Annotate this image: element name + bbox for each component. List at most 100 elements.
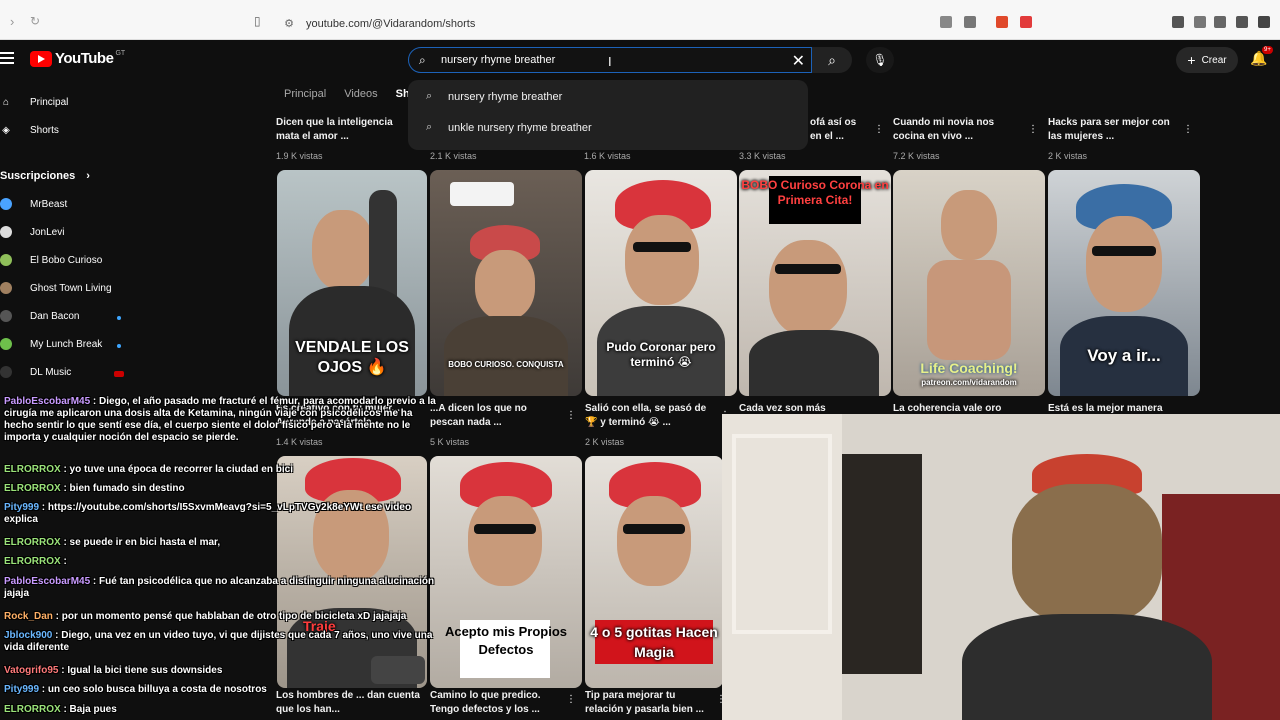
more-options-icon[interactable]: ⋮	[1028, 124, 1038, 135]
short-thumbnail[interactable]: Voy a ir...	[1048, 170, 1200, 396]
sidebar-sub-my-lunch-break[interactable]: My Lunch Break	[0, 338, 102, 350]
sidebar-item-label: El Bobo Curioso	[30, 254, 103, 266]
short-title[interactable]: Dicen que la inteligencia mata el amor .…	[276, 116, 406, 144]
chat-username: ELRORROX	[4, 704, 61, 715]
search-icon: ⌕	[419, 52, 426, 67]
sidebar-sub-dl-music[interactable]: DL Music	[0, 366, 71, 378]
suggestion-item[interactable]: ⌕ nursery rhyme breather	[426, 90, 562, 103]
site-info-icon[interactable]: ⚙	[282, 17, 296, 31]
bookmark-icon[interactable]: ▯	[254, 14, 261, 28]
tab-principal[interactable]: Principal	[284, 88, 326, 100]
clear-icon[interactable]: ✕	[792, 51, 805, 71]
tab-videos[interactable]: Videos	[344, 88, 377, 100]
sidebar-sub-el-bobo-curioso[interactable]: El Bobo Curioso	[0, 254, 102, 266]
logo-text: YouTube	[55, 50, 114, 67]
avatar	[0, 254, 12, 266]
short-views: 7.2 K vistas	[893, 151, 940, 161]
profile-icon[interactable]	[1258, 16, 1270, 28]
sunglasses	[775, 264, 841, 274]
chat-text: : Baja pues	[60, 704, 117, 715]
sidebar-item-label: MrBeast	[30, 198, 68, 210]
rewards-icon[interactable]	[1020, 16, 1032, 28]
short-views: 1.9 K vistas	[276, 151, 323, 161]
short-title[interactable]: ...A dicen los que no pescan nada ...	[430, 402, 560, 430]
chat-username: Pity999	[4, 684, 40, 695]
chat-username: Jblock900	[4, 630, 53, 641]
translate-icon[interactable]	[940, 16, 952, 28]
chat-text: : https://youtube.com/shorts/I5SxvmMeavg…	[4, 502, 412, 525]
short-thumbnail[interactable]: Pudo Coronar pero terminó 😭	[585, 170, 737, 396]
chat-username: PabloEscobarM45	[4, 576, 91, 587]
short-title[interactable]: ofá así os en el ...	[810, 116, 864, 144]
more-options-icon[interactable]: ⋮	[566, 694, 576, 705]
search-input[interactable]: nursery rhyme breather	[441, 54, 555, 66]
short-thumbnail[interactable]: Life Coaching! patreon.com/vidarandom	[893, 170, 1045, 396]
voice-search-button[interactable]: 🎙	[866, 47, 894, 73]
live-icon	[114, 371, 124, 377]
short-title[interactable]: Tip para mejorar tu relación y pasarla b…	[585, 689, 713, 717]
brave-shield-icon[interactable]	[996, 16, 1008, 28]
more-options-icon[interactable]: ⋮	[566, 410, 576, 421]
text-cursor-icon: I	[608, 54, 612, 69]
chat-username: ELRORROX	[4, 556, 61, 567]
avatar	[0, 310, 12, 322]
sidebar-item-label: Dan Bacon	[30, 310, 80, 322]
search-button[interactable]: ⌕	[812, 47, 852, 73]
url-text: youtube.com/@Vidarandom/shorts	[306, 18, 476, 30]
t-shirt	[962, 614, 1212, 720]
chat-message: ELRORROX : se puede ir en bici hasta el …	[4, 537, 440, 549]
short-thumbnail[interactable]: 4 o 5 gotitas Hacen Magia	[585, 456, 723, 688]
shirt	[444, 316, 568, 396]
subscriptions-label: Suscripciones	[0, 170, 76, 182]
new-content-dot	[117, 344, 121, 348]
sidebar-toggle-icon[interactable]	[1236, 16, 1248, 28]
live-chat-overlay: PabloEscobarM45 : Diego, el año pasado m…	[0, 394, 440, 720]
person	[625, 215, 699, 305]
sidebar-sub-jonlevi[interactable]: JonLevi	[0, 226, 64, 238]
sidebar-item-shorts[interactable]: ◈ Shorts	[0, 124, 59, 136]
chevron-right-icon: ›	[86, 170, 90, 182]
short-views: 1.6 K vistas	[584, 151, 631, 161]
person	[941, 190, 997, 260]
more-options-icon[interactable]: ⋮	[874, 124, 884, 135]
short-thumbnail[interactable]: BOBO CURIOSO. CONQUISTA	[430, 170, 582, 396]
short-title[interactable]: Salió con ella, se pasó de 🏆 y terminó 😭…	[585, 402, 713, 430]
thumbnail-caption: VENDALE LOS OJOS 🔥	[295, 339, 409, 376]
short-title[interactable]: Hacks para ser mejor con las mujeres ...	[1048, 116, 1178, 144]
thumbnail-caption: BOBO Curioso Corona en Primera Cita!	[741, 178, 889, 207]
person	[468, 496, 542, 586]
short-title[interactable]: Camino lo que predico. Tengo defectos y …	[430, 689, 560, 717]
sidebar-item-label: Shorts	[30, 124, 59, 136]
sidebar-item-principal[interactable]: ⌂ Principal	[0, 96, 68, 108]
sidebar-item-label: My Lunch Break	[30, 338, 103, 350]
sidebar-sub-mrbeast[interactable]: MrBeast	[0, 198, 67, 210]
subscriptions-heading[interactable]: Suscripciones ›	[0, 170, 90, 182]
reload-icon[interactable]: ↻	[30, 14, 40, 28]
suggestion-item[interactable]: ⌕ unkle nursery rhyme breather	[426, 121, 592, 134]
youtube-logo[interactable]: YouTube GT	[30, 50, 125, 67]
cast-icon[interactable]	[964, 16, 976, 28]
puzzle-icon[interactable]	[1194, 16, 1206, 28]
channel-tabs: Principal Videos Sh	[284, 88, 410, 100]
more-options-icon[interactable]: ⋮	[1183, 124, 1193, 135]
sidebar-sub-ghost-town-living[interactable]: Ghost Town Living	[0, 282, 112, 294]
menu-icon[interactable]	[0, 52, 14, 64]
thumbnail-caption: 4 o 5 gotitas Hacen Magia	[590, 624, 718, 660]
extension-icon[interactable]	[1172, 16, 1184, 28]
forward-icon[interactable]: ›	[10, 14, 14, 29]
chat-username: PabloEscobarM45	[4, 396, 91, 407]
suggestion-text: unkle nursery rhyme breather	[448, 121, 592, 134]
thumbnail-caption: Pudo Coronar pero terminó 😭	[606, 340, 716, 369]
short-thumbnail[interactable]: BOBO Curioso Corona en Primera Cita!	[739, 170, 891, 396]
sidebar-sub-dan-bacon[interactable]: Dan Bacon	[0, 310, 79, 322]
shelf-frame	[732, 434, 832, 634]
create-button[interactable]: + Crear	[1176, 47, 1238, 73]
webcam-overlay	[722, 414, 1280, 720]
chat-text: : se puede ir en bici hasta el mar,	[60, 537, 221, 548]
short-thumbnail[interactable]: VENDALE LOS OJOS 🔥	[277, 170, 427, 396]
downloads-icon[interactable]	[1214, 16, 1226, 28]
short-thumbnail[interactable]: Acepto mis Propios Defectos	[430, 456, 582, 688]
short-title[interactable]: Cuando mi novia nos cocina en vivo ...	[893, 116, 1023, 144]
short-views: 2 K vistas	[585, 437, 625, 447]
short-views: 2.1 K vistas	[430, 151, 477, 161]
